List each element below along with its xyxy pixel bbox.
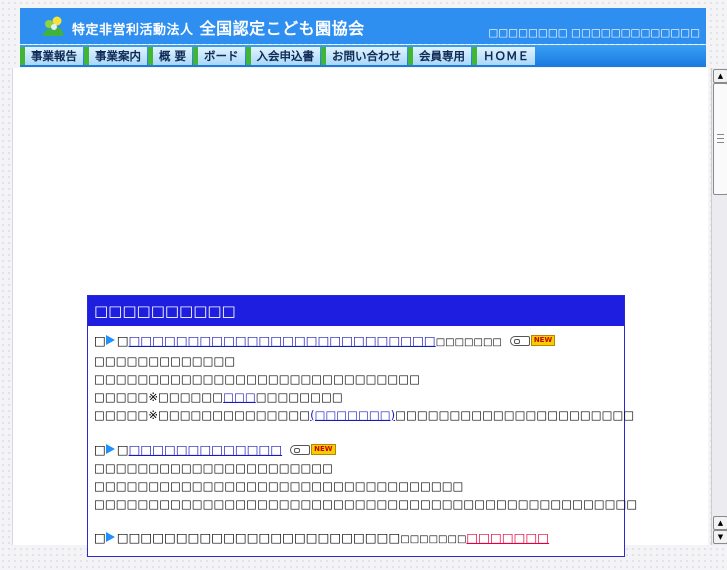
- news-entry-text: □□□□□□□□□□□□□□□□□□□□□□□□□□□□□□: [94, 372, 420, 386]
- news-entry-text-part: □□□□□□□□: [255, 390, 343, 404]
- arrow-right-icon: [105, 532, 115, 542]
- news-entry-date: □□□□□□□: [435, 337, 502, 348]
- news-entry: □ □□□□□□□□□□□□□□ NEW □□□□□□□□□□□□□□□□□□□□…: [94, 440, 638, 513]
- news-entry-text: □□□□□□□□□□□□□□□□□□□□□□□□□□□□□□□□□□: [94, 479, 464, 493]
- new-tag: NEW: [530, 335, 556, 346]
- new-tag: NEW: [311, 444, 336, 455]
- header-subtitle: □□□□□□□□ □□□□□□□□□□□□□: [488, 27, 700, 39]
- main-nav: 事業報告 事業案内 概 要 ボード 入会申込書 お問い合わせ 会員専用 ＨＯＭＥ: [20, 45, 706, 67]
- site-title-name: 全国認定こども園協会: [199, 19, 365, 38]
- arrow-right-icon: [105, 335, 115, 345]
- news-body: □ □□□□□□□□□□□□□□□□□□□□□□□□□□□□□□□□□□ NEW …: [88, 326, 638, 570]
- nav-item-members[interactable]: 会員専用: [408, 47, 472, 65]
- new-badge: NEW: [509, 331, 556, 349]
- scroll-up-arrow-icon[interactable]: ▲: [713, 69, 727, 83]
- news-entry-title-text: □□□□□□□□□□□□□□□□□□□□□□□□: [116, 530, 401, 545]
- scrollbar-grip: [717, 142, 724, 143]
- news-entry-link[interactable]: □□□□□□□□□□□□□□□□□□□□□□□□□□: [129, 333, 436, 348]
- news-entry-text: □□□□□※□□□□□□□□□□□□□□(□□□□□□□)□□□□□□□□□□□…: [94, 406, 634, 424]
- news-entry-text-part: □□□□□※□□□□□□: [94, 390, 224, 404]
- news-entry: □ □□□□□□□□□□□□□□□□□□□□□□□□□□□□□□□□□□□□□□: [94, 529, 618, 549]
- news-entry-link[interactable]: □□□□□□□□□□□□□: [129, 442, 283, 457]
- inline-link[interactable]: □□□: [223, 390, 256, 404]
- nav-list: 事業報告 事業案内 概 要 ボード 入会申込書 お問い合わせ 会員専用 ＨＯＭＥ: [20, 47, 536, 65]
- site-header: 特定非営利活動法人 全国認定こども園協会 □□□□□□□□ □□□□□□□□□□…: [20, 8, 706, 44]
- highlight-link[interactable]: □□□□□□□: [466, 530, 549, 545]
- pointing-hand-icon: [290, 444, 311, 455]
- scrollbar-grip: [717, 138, 724, 139]
- nav-item-projects[interactable]: 事業案内: [84, 47, 147, 65]
- news-entry-text-part: □□□□□※□□□□□□□□□□□□□□: [94, 408, 311, 422]
- news-entry-text-part: □□□□□□□□□□□□□□□□□□□□□□: [395, 408, 635, 422]
- news-entry-text: □□□□□□□□□□□□□: [94, 354, 236, 368]
- news-entry-title: □ □□□□□□□□□□□□□□□□□□□□□□□□□□□□□□□□□□□□□□: [94, 529, 618, 549]
- news-entry-title: □ □□□□□□□□□□□□□□ NEW: [94, 440, 618, 459]
- nav-item-home[interactable]: ＨＯＭＥ: [472, 47, 536, 65]
- news-entry-text: □□□□□□□□□□□□□□□□□□□□□□: [94, 461, 334, 475]
- nav-item-board[interactable]: ボード: [193, 47, 245, 65]
- bullet-square: □: [116, 333, 129, 348]
- new-badge: NEW: [290, 440, 336, 458]
- scrollbar-thumb[interactable]: [713, 83, 727, 195]
- nav-item-overview[interactable]: 概 要: [148, 47, 193, 65]
- news-entry-date: □□□□□□□: [400, 534, 467, 545]
- news-entry: □ □□□□□□□□□□□□□□□□□□□□□□□□□□□□□□□□□□ NEW …: [94, 331, 634, 424]
- news-heading: □□□□□□□□□□: [88, 296, 624, 326]
- scroll-down-arrow-icon[interactable]: ▼: [713, 530, 727, 544]
- sprout-logo-icon[interactable]: [40, 14, 66, 38]
- bullet-square: □: [94, 333, 106, 348]
- site-title[interactable]: 特定非営利活動法人 全国認定こども園協会: [72, 15, 365, 39]
- nav-item-application[interactable]: 入会申込書: [245, 47, 321, 65]
- news-box: □□□□□□□□□□ □ □□□□□□□□□□□□□□□□□□□□□□□□□□□□…: [87, 295, 637, 557]
- news-entry-text: □□□□□□□□□□□□□□□□□□□□□□□□□□□□□□□□□□□□□□□□…: [94, 497, 638, 511]
- news-entry-title: □ □□□□□□□□□□□□□□□□□□□□□□□□□□□□□□□□□□ NEW: [94, 331, 618, 352]
- scrollbar-grip: [717, 134, 724, 135]
- inline-link[interactable]: (□□□□□□□): [310, 408, 395, 422]
- site-title-org-type: 特定非営利活動法人: [72, 23, 194, 38]
- arrow-right-icon: [105, 444, 115, 454]
- bullet-square: □: [94, 442, 106, 457]
- bullet-square: □: [116, 442, 129, 457]
- scroll-up-arrow-icon-lower[interactable]: ▲: [713, 516, 727, 530]
- vertical-scrollbar[interactable]: ▲ ▲ ▼: [711, 68, 727, 545]
- nav-item-reports[interactable]: 事業報告: [20, 47, 83, 65]
- pointing-hand-icon: [509, 335, 530, 346]
- nav-item-contact[interactable]: お問い合わせ: [321, 47, 408, 65]
- bullet-square: □: [94, 530, 106, 545]
- news-entry-text: □□□□□※□□□□□□□□□□□□□□□□□: [94, 388, 618, 406]
